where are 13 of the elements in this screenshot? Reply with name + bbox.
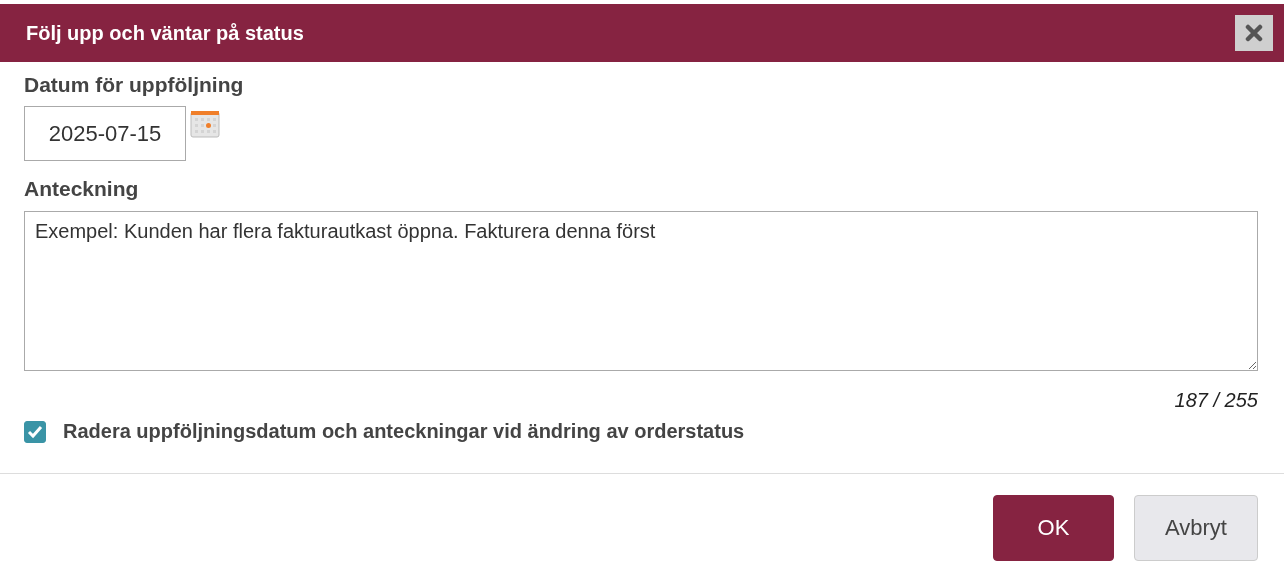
- character-counter: 187 / 255: [1174, 389, 1258, 411]
- ok-button[interactable]: OK: [993, 495, 1114, 561]
- close-icon: [1245, 24, 1263, 42]
- field-label: Datum för uppföljning: [24, 73, 245, 97]
- calendar-icon[interactable]: [190, 110, 220, 138]
- checkbox[interactable]: [24, 420, 46, 443]
- note-field[interactable]: Exempel: Kunden har flera fakturautkast öppna. Fakturera denna först: [24, 211, 1258, 371]
- close-button[interactable]: [1235, 15, 1273, 51]
- field-label: Anteckning: [24, 177, 140, 201]
- checkbox-label: Radera uppföljningsdatum och anteckningar vid ändring av orderstatus: [63, 420, 745, 443]
- cancel-button[interactable]: Avbryt: [1134, 495, 1258, 561]
- date-field[interactable]: 2025-07-15: [24, 106, 186, 161]
- dialog-title: Följ upp och väntar på status: [26, 21, 304, 45]
